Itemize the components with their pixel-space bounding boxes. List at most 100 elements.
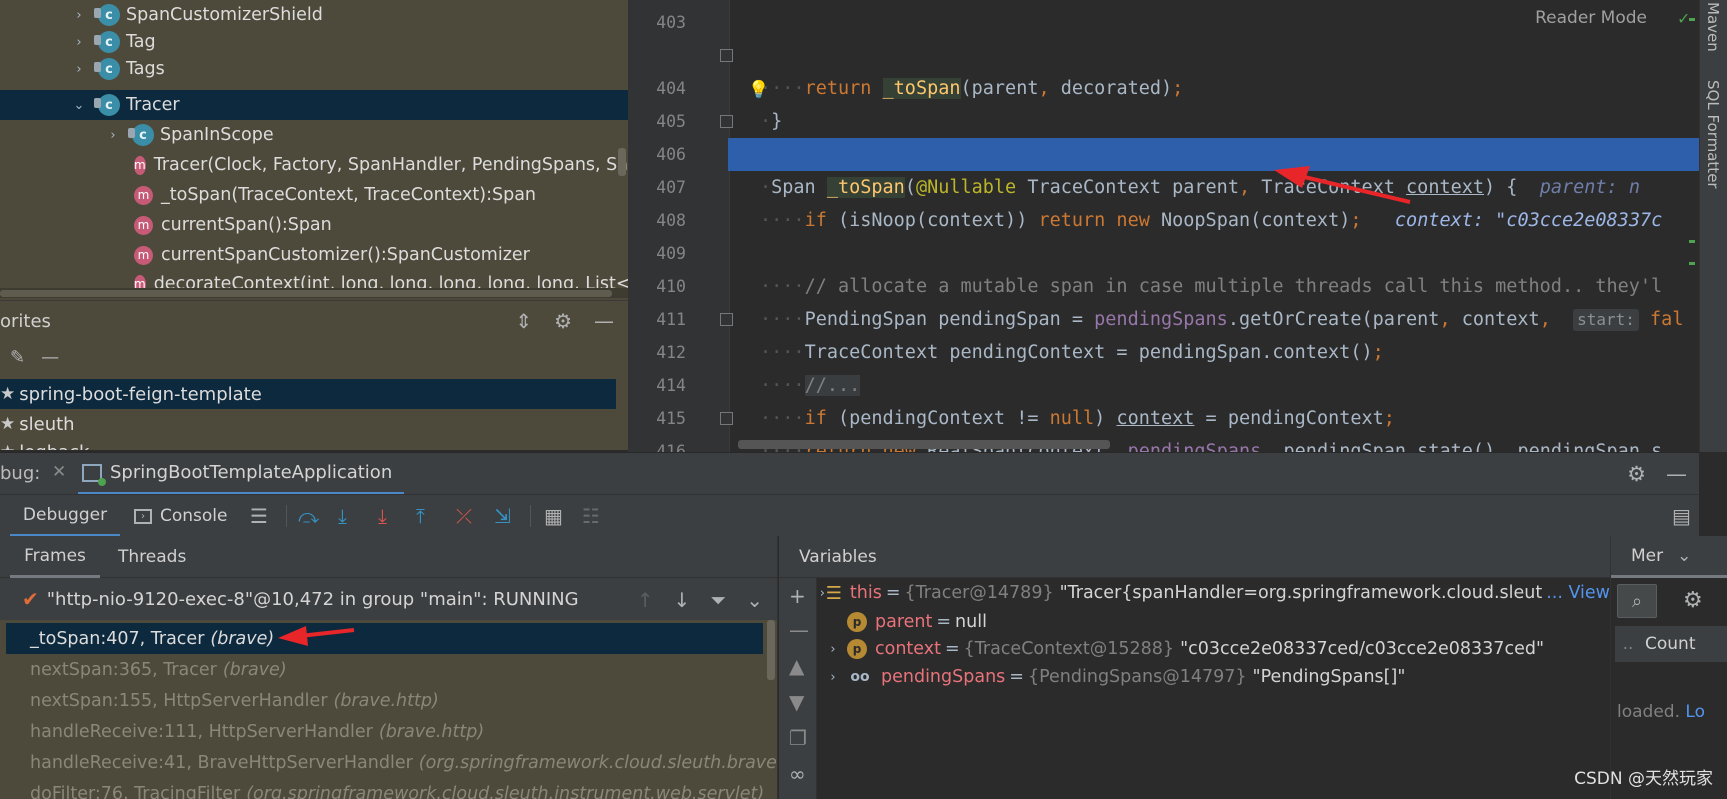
code-line[interactable]: 405 xyxy=(628,72,1699,131)
variable-row-pendingspans[interactable]: › oo pendingSpans = {PendingSpans@14797} "P… xyxy=(819,662,1610,692)
expand-arrow-icon[interactable]: › xyxy=(819,642,847,657)
chevron-down-icon[interactable]: ⌄ xyxy=(746,588,763,612)
expand-arrow-icon[interactable]: › xyxy=(68,62,90,77)
run-config-tab[interactable]: SpringBootTemplateApplication xyxy=(78,453,404,495)
trace-stream-icon[interactable]: ☷ xyxy=(582,504,600,528)
code-line-current-execution[interactable]: 407 ····if (isNoop(context)) return new … xyxy=(656,138,1699,231)
move-down-icon[interactable]: ▼ xyxy=(789,690,804,714)
code-line[interactable]: 410 ····PendingSpan pendingSpan = pendin… xyxy=(628,237,1699,331)
tree-row-tags[interactable]: › c Tags xyxy=(0,54,628,84)
remove-icon[interactable]: — xyxy=(41,347,59,368)
tree-row-tag[interactable]: › c Tag xyxy=(0,27,628,57)
tree-row-spancustomizershield[interactable]: › c SpanCustomizerShield xyxy=(0,0,628,30)
tab-threads[interactable]: Threads xyxy=(118,536,186,578)
code-line[interactable]: 411 ····TraceContext pendingContext = pe… xyxy=(628,270,1699,363)
code-line[interactable]: 409 ····// allocate a mutable span in ca… xyxy=(628,204,1699,297)
scroll-marker[interactable] xyxy=(1689,18,1695,21)
evaluate-expression-icon[interactable]: ▦ xyxy=(544,504,563,528)
layout-menu-icon[interactable]: ☰ xyxy=(250,504,268,528)
tree-row-spaninscope[interactable]: › c SpanInScope xyxy=(0,120,628,150)
code-editor[interactable]: 💡 403 ····return _toSpan(parent, decorat… xyxy=(628,0,1699,452)
search-icon[interactable]: ⌕ xyxy=(1617,584,1657,618)
view-link[interactable]: ... View xyxy=(1546,583,1610,603)
stack-frame[interactable]: nextSpan:155, HttpServerHandler (brave.ht… xyxy=(6,685,763,716)
force-step-into-icon[interactable]: ⤓ xyxy=(378,504,387,528)
expand-arrow-icon[interactable]: › xyxy=(102,128,124,143)
gear-icon[interactable]: ⚙ xyxy=(1627,462,1646,486)
copy-icon[interactable]: ❐ xyxy=(789,726,807,750)
fold-marker[interactable] xyxy=(720,412,733,425)
code-line[interactable]: 404 ·} xyxy=(628,39,1699,132)
tab-frames[interactable]: Frames xyxy=(10,536,100,578)
variable-row-this[interactable]: › ☰ this = {Tracer@14789} "Tracer{spanHandl… xyxy=(819,578,1610,608)
chevron-down-icon[interactable]: ⌄ xyxy=(1677,546,1691,566)
arrow-down-icon[interactable]: ↓ xyxy=(673,588,690,612)
expand-arrow-icon[interactable]: › xyxy=(819,670,847,685)
tree-vertical-scrollbar[interactable] xyxy=(618,148,626,176)
tree-horizontal-scrollbar[interactable] xyxy=(0,288,628,298)
step-over-icon[interactable]: ⤼ xyxy=(298,504,319,528)
reader-mode-toggle[interactable]: Reader Mode xyxy=(1535,8,1647,28)
tree-row-method[interactable]: m Tracer(Clock, Factory, SpanHandler, Pe… xyxy=(0,150,628,180)
fold-marker[interactable] xyxy=(720,313,733,326)
code-line[interactable]: 412 ····//... xyxy=(628,303,1699,396)
stack-frame[interactable]: handleReceive:111, HttpServerHandler (bra… xyxy=(6,716,763,747)
code-line[interactable]: 414 ····if (pendingContext != null) cont… xyxy=(628,336,1699,429)
favorite-item[interactable]: ★ sleuth xyxy=(0,409,616,439)
sql-formatter-tool-tab[interactable]: SQL Formatter xyxy=(1704,80,1722,189)
tab-debugger[interactable]: Debugger xyxy=(10,495,120,537)
tree-row-tracer[interactable]: ⌄ c Tracer xyxy=(0,90,628,120)
tab-memory[interactable]: Mer ⌄ xyxy=(1611,536,1727,578)
minimize-icon[interactable]: — xyxy=(594,309,614,333)
tree-row-method[interactable]: m _toSpan(TraceContext, TraceContext):Sp… xyxy=(0,180,628,210)
run-to-cursor-icon[interactable]: ⇲ xyxy=(494,504,511,528)
edit-pencil-icon[interactable]: ✎ xyxy=(10,347,25,368)
favorite-item[interactable]: ★ logback xyxy=(0,437,616,451)
code-line[interactable]: 416 ·} xyxy=(628,402,1699,452)
editor-horizontal-scrollbar[interactable] xyxy=(738,440,1110,449)
fold-marker[interactable] xyxy=(720,115,733,128)
collapse-all-icon[interactable]: ⇕ xyxy=(515,309,532,333)
stack-frame[interactable]: _toSpan:407, Tracer (brave) xyxy=(6,623,763,654)
show-watches-icon[interactable]: ∞ xyxy=(789,762,806,786)
move-up-icon[interactable]: ▲ xyxy=(789,654,804,678)
remove-watch-icon[interactable]: — xyxy=(789,618,809,642)
memory-table-header[interactable]: .. Count xyxy=(1615,626,1727,662)
filter-icon[interactable]: ⏷ xyxy=(710,588,726,612)
stack-frame[interactable]: nextSpan:365, Tracer (brave) xyxy=(6,654,763,685)
code-line[interactable]: 408 xyxy=(628,171,1699,230)
inspection-ok-icon[interactable]: ✓ xyxy=(1678,8,1689,29)
thread-selector[interactable]: ✔ "http-nio-9120-exec-8"@10,472 in group… xyxy=(0,578,777,620)
scroll-marker[interactable] xyxy=(1689,240,1695,243)
frames-scrollbar[interactable] xyxy=(767,620,775,680)
minimize-icon[interactable]: — xyxy=(1666,462,1687,486)
close-tab-icon[interactable]: ✕ xyxy=(52,462,66,482)
gear-icon[interactable]: ⚙ xyxy=(1683,588,1703,613)
drop-frame-icon[interactable]: ⤫ xyxy=(456,504,472,528)
stack-frame[interactable]: doFilter:76, TracingFilter (org.springfra… xyxy=(6,778,764,799)
gear-icon[interactable]: ⚙ xyxy=(554,309,572,333)
step-out-icon[interactable]: ⤒ xyxy=(416,504,425,528)
scroll-marker[interactable] xyxy=(1689,262,1695,265)
restore-layout-icon[interactable]: ▤ xyxy=(1672,504,1691,528)
tree-row-method[interactable]: m currentSpan():Span xyxy=(0,210,628,240)
variable-row-parent[interactable]: p parent = null xyxy=(819,607,1610,637)
expand-arrow-icon[interactable]: › xyxy=(68,35,90,50)
add-watch-icon[interactable]: + xyxy=(789,584,806,608)
expand-arrow-icon[interactable]: › xyxy=(819,586,826,601)
expand-arrow-icon[interactable]: › xyxy=(68,8,90,23)
count-column-header[interactable]: Count xyxy=(1645,634,1696,654)
fold-marker[interactable] xyxy=(720,49,733,62)
tab-console[interactable]: › Console xyxy=(134,495,228,537)
collapse-arrow-icon[interactable]: ⌄ xyxy=(68,98,90,113)
stack-frame[interactable]: handleReceive:41, BraveHttpServerHandler… xyxy=(6,747,777,778)
variable-row-context[interactable]: › p context = {TraceContext@15288} "c03cce2… xyxy=(819,634,1610,664)
load-classes-link[interactable]: Lo xyxy=(1685,702,1705,722)
code-line[interactable]: 415 ····return new RealSpan(context, pen… xyxy=(628,369,1699,452)
tree-row-method[interactable]: m currentSpanCustomizer():SpanCustomizer xyxy=(0,240,628,270)
favorite-item[interactable]: ★ spring-boot-feign-template xyxy=(0,379,616,409)
arrow-up-icon[interactable]: ↑ xyxy=(637,588,654,612)
code-line[interactable]: 406 ·Span _toSpan(@Nullable TraceContext… xyxy=(628,105,1699,198)
maven-tool-tab[interactable]: Maven xyxy=(1704,2,1722,52)
step-into-icon[interactable]: ⤓ xyxy=(338,504,347,528)
